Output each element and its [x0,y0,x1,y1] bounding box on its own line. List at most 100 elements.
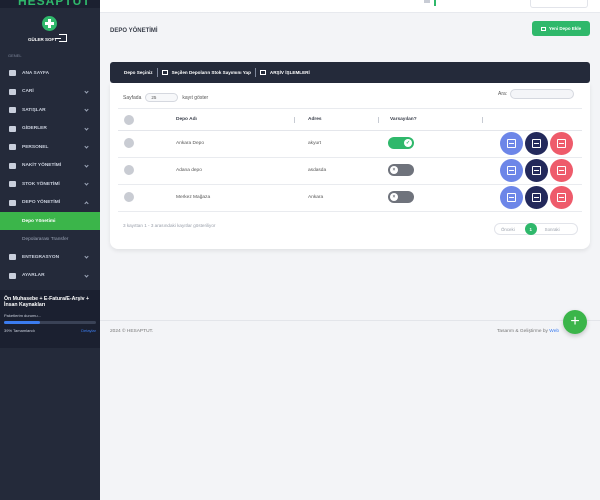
sidebar-item-stok-yonetimi[interactable]: STOK YÖNETİMİ [0,175,100,194]
home-icon [9,70,16,77]
pagination-page-current[interactable]: 1 [524,223,537,235]
plus-logo-icon[interactable] [42,16,57,31]
warehouse-table: Depo Adı Adres Varsayılan? Ankara Depo a… [118,108,582,212]
footer-credit: Tasarım & Geliştirme by Web [497,329,559,334]
search-control: Ara: [498,89,575,99]
brand-logo-text[interactable]: HESAPTUT [18,0,91,8]
archive-icon [259,70,266,75]
section-label: GENEL [8,53,22,58]
sort-icon [482,116,484,123]
details-button[interactable] [525,186,548,209]
chevron-down-icon [84,272,89,278]
edit-icon [507,193,516,202]
default-toggle[interactable]: × [388,164,414,176]
trash-icon [557,139,566,148]
edit-icon [507,139,516,148]
pagination: Önceki 1 Sonraki [494,223,578,235]
column-header-default[interactable]: Varsayılan? [390,117,417,122]
warehouse-name: Merkez Mağaza [176,195,211,200]
logout-icon[interactable] [55,34,67,42]
users-icon [9,88,16,95]
sidebar: HESAPTUT GÜLER SOFT GENEL ANA SAYFA CARİ… [0,0,100,500]
promo-title: Ön Muhasebe + E-Fatura/E-Arşiv + İnsan K… [4,296,90,309]
sidebar-item-depo-yonetimi[interactable]: DEPO YÖNETİMİ [0,194,100,213]
pagination-next[interactable]: Sonraki [545,227,560,232]
top-bar [100,0,600,13]
warehouse-address: asdasda [308,168,327,173]
stock-count-button[interactable]: Seçilen Depoların Stok Sayımını Yap [161,70,251,75]
details-button[interactable] [525,159,548,182]
chevron-down-icon [84,181,89,186]
warehouse-table-card: Sayfada 25 kayıt göster Ara: Depo Adı Ad… [110,83,590,249]
column-header-address[interactable]: Adres [308,117,322,122]
floating-add-button[interactable]: + [563,310,587,334]
default-toggle[interactable]: × [388,191,414,203]
sidebar-item-cari[interactable]: CARİ [0,83,100,102]
chevron-down-icon [84,162,89,168]
add-warehouse-button[interactable]: Yeni Depo Ekle [532,21,590,36]
package-promo: Ön Muhasebe + E-Fatura/E-Arşiv + İnsan K… [0,290,100,348]
sidebar-item-label: CARİ [22,89,34,95]
topbar-item[interactable] [424,0,430,3]
table-row: Ankara Depo akyurt ✓ [118,131,582,158]
table-row: Adana depo asdasda × [118,158,582,185]
topbar-user-menu[interactable] [530,0,588,8]
footer-brand-link[interactable]: Web [549,329,559,334]
promo-status: Paketlerim durumu... [4,312,41,318]
warehouse-name: Adana depo [176,168,202,173]
chevron-down-icon [84,254,89,259]
row-checkbox[interactable] [124,165,134,175]
x-icon: × [390,166,398,174]
edit-button[interactable] [500,159,523,182]
sidebar-item-label: PERSONEL [22,144,49,150]
delete-button[interactable] [550,159,573,182]
chevron-down-icon [84,125,89,131]
profile: GÜLER SOFT [0,14,100,48]
sidebar-item-label: NAKİT YÖNETİMİ [22,163,62,169]
table-header: Depo Adı Adres Varsayılan? [118,108,582,131]
page-length-select[interactable]: 25 [145,93,179,102]
archive-label: ARŞİV İŞLEMLERİ [269,70,310,75]
page-length-control: Sayfada 25 kayıt göster [123,93,208,102]
details-button[interactable] [525,132,548,155]
edit-button[interactable] [500,132,523,155]
sidebar-item-label: ENTEGRASYON [22,254,60,260]
footer-credit-text: Tasarım & Geliştirme by [497,329,548,334]
sidebar-item-label: ANA SAYFA [22,70,50,76]
sidebar-item-ayarlar[interactable]: AYARLAR [0,267,100,286]
page-title: DEPO YÖNETİMİ [110,28,158,34]
cart-icon [9,107,16,114]
select-warehouse-button[interactable]: Depo Seçiniz [124,70,153,75]
sidebar-item-personel[interactable]: PERSONEL [0,138,100,157]
brand-strip: HESAPTUT [0,0,100,8]
sidebar-item-satislar[interactable]: SATIŞLAR [0,101,100,120]
edit-icon [507,166,516,175]
sidebar-item-nakit-yonetimi[interactable]: NAKİT YÖNETİMİ [0,157,100,176]
progress-label: 39% Tamamlandı [4,327,35,333]
row-checkbox[interactable] [124,138,134,148]
sidebar-item-ana-sayfa[interactable]: ANA SAYFA [0,64,100,83]
sidebar-subitem-depolararasi-transfer[interactable]: Depolararası Transfer [0,230,100,248]
profile-name: GÜLER SOFT [28,37,57,42]
chevron-up-icon [84,200,89,206]
integration-icon [9,254,16,261]
select-all-checkbox[interactable] [124,115,134,125]
sidebar-item-giderler[interactable]: GİDERLER [0,120,100,139]
details-link[interactable]: Detaylar [81,328,96,333]
column-header-name[interactable]: Depo Adı [176,117,197,122]
default-toggle[interactable]: ✓ [388,137,414,149]
delete-button[interactable] [550,186,573,209]
personnel-icon [9,144,16,151]
sidebar-subitem-depo-yonetimi[interactable]: Depo Yönetimi [0,212,100,230]
sidebar-item-entegrasyon[interactable]: ENTEGRASYON [0,248,100,267]
chevron-down-icon [84,144,89,149]
archive-button[interactable]: ARŞİV İŞLEMLERİ [259,70,310,75]
edit-button[interactable] [500,186,523,209]
search-input[interactable] [510,89,575,99]
toolbar-divider [156,68,158,77]
pagination-prev[interactable]: Önceki [501,227,515,232]
row-checkbox[interactable] [124,192,134,202]
footer-copyright: 2024 © HESAPTUT. [110,329,154,334]
delete-button[interactable] [550,132,573,155]
settings-icon [9,272,16,279]
